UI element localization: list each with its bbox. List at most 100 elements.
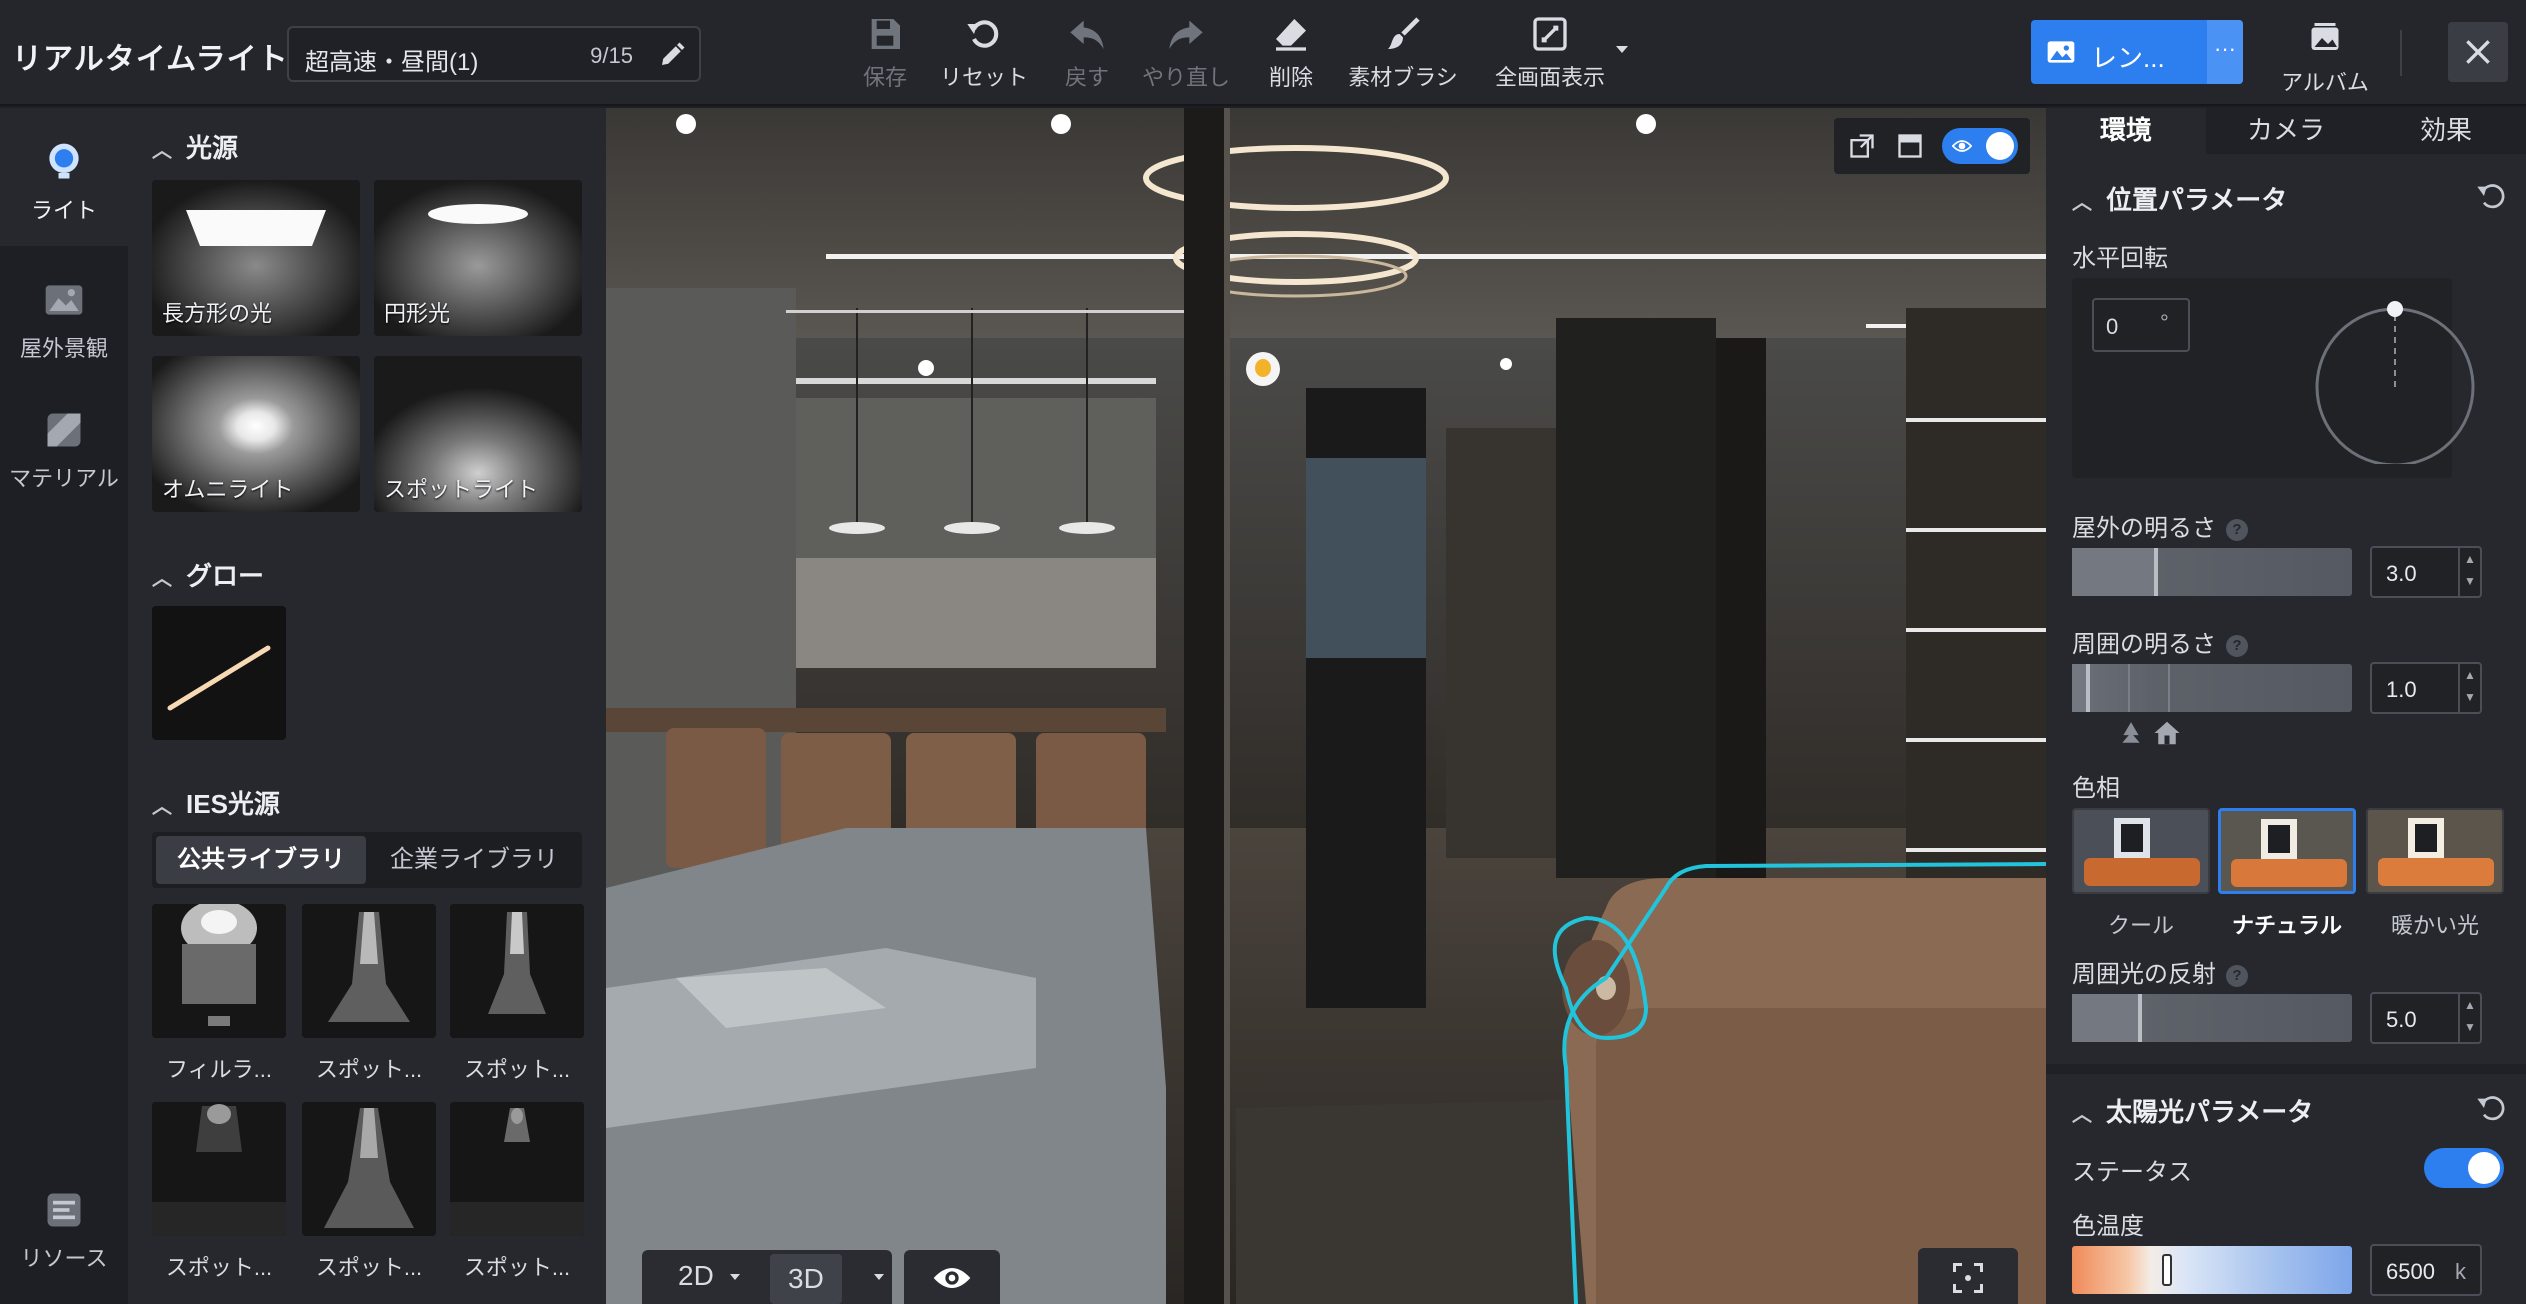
save-icon <box>871 19 900 49</box>
tab-environment[interactable]: 環境 <box>2046 108 2206 154</box>
ies-item[interactable] <box>302 904 436 1038</box>
tab-effects[interactable]: 効果 <box>2366 108 2526 154</box>
eraser-icon <box>1276 19 1306 51</box>
landscape-icon <box>45 285 83 315</box>
ies-item[interactable] <box>152 904 286 1038</box>
undo-button[interactable]: 戻す <box>1062 14 1112 94</box>
close-button[interactable] <box>2448 22 2508 82</box>
ies-item-label: スポット... <box>315 1255 423 1280</box>
help-icon[interactable]: ? <box>2226 519 2248 541</box>
ambient-brightness-slider[interactable] <box>2072 664 2352 712</box>
ies-preview-icon <box>152 904 286 1038</box>
ies-preview-icon <box>450 904 584 1038</box>
ies-item-label: スポット... <box>315 1057 423 1082</box>
reset-icon[interactable] <box>2476 180 2508 212</box>
color-temp-slider[interactable] <box>2072 1246 2352 1294</box>
ies-library-tabs: 公共ライブラリ 企業ライブラリ <box>152 832 582 888</box>
fullscreen-icon <box>1533 17 1567 51</box>
resource-icon <box>47 1193 81 1227</box>
rotation-input[interactable]: 0 ° <box>2092 298 2190 352</box>
fullscreen-dropdown-icon[interactable] <box>1616 46 1628 53</box>
spinner-icon[interactable]: ▲ ▼ <box>2458 994 2480 1042</box>
mode-2d-button[interactable]: 2D <box>678 1260 714 1292</box>
outdoor-brightness-input[interactable]: 3.0 ▲ ▼ <box>2370 546 2482 598</box>
ambient-brightness-input[interactable]: 1.0 ▲ ▼ <box>2370 662 2482 714</box>
tab-camera[interactable]: カメラ <box>2206 108 2366 154</box>
tone-warm[interactable]: 暖かい光 <box>2366 808 2504 940</box>
ies-item[interactable] <box>152 1102 286 1236</box>
light-library-panel: ︿ 光源 長方形の光 円形光 オムニライト スポットライト ︿ グロー ︿ IES光源… <box>128 108 606 1304</box>
ies-preview-icon <box>302 904 436 1038</box>
focus-icon <box>1953 1263 1983 1293</box>
spinner-icon[interactable]: ▲ ▼ <box>2458 664 2480 712</box>
light-marker-icon[interactable] <box>1246 352 1280 386</box>
position-section-header[interactable]: ︿ 位置パラメータ <box>2072 180 2287 217</box>
save-button[interactable]: 保存 <box>860 14 910 94</box>
eye-button[interactable] <box>904 1250 1000 1304</box>
color-temp-input[interactable]: 6500 k <box>2370 1244 2482 1296</box>
rail-item-resource[interactable]: リソース <box>0 1188 128 1298</box>
ies-item-label: スポット... <box>165 1255 273 1280</box>
render-button[interactable]: レン... ··· <box>2031 20 2243 84</box>
properties-panel: 環境 カメラ 効果 ︿ 位置パラメータ 水平回転 0 ° 屋外の明るさ? 3.0 … <box>2046 108 2526 1304</box>
window-icon[interactable] <box>1896 132 1924 160</box>
slider-handle[interactable] <box>2162 1254 2172 1286</box>
help-icon[interactable]: ? <box>2226 635 2248 657</box>
image-icon <box>2047 41 2075 63</box>
ambient-reflection-input[interactable]: 5.0 ▲ ▼ <box>2370 992 2482 1044</box>
ies-item-label: フィルラ... <box>166 1057 272 1082</box>
scene-name: 超高速・昼間(1) <box>305 49 479 76</box>
redo-button[interactable]: やり直し <box>1140 14 1232 94</box>
ies-item[interactable] <box>302 1102 436 1236</box>
eye-icon <box>933 1268 971 1288</box>
tone-cool-thumb <box>2074 810 2208 892</box>
brush-icon <box>1388 17 1420 49</box>
tone-natural[interactable]: ナチュラル <box>2218 808 2356 940</box>
light-rect[interactable]: 長方形の光 <box>152 180 360 336</box>
visibility-toggle[interactable] <box>1942 128 2018 164</box>
spinner-icon[interactable]: ▲ ▼ <box>2458 548 2480 596</box>
sun-section-header[interactable]: ︿ 太陽光パラメータ <box>2072 1092 2313 1129</box>
reset-button[interactable]: リセット <box>938 14 1030 94</box>
section-ies-header[interactable]: ︿ IES光源 <box>152 784 280 821</box>
light-omni[interactable]: オムニライト <box>152 356 360 512</box>
top-bar: リアルタイムライト 超高速・昼間(1) 9/15 保存 リセット 戻す やり直し… <box>0 0 2526 106</box>
fullscreen-button[interactable]: 全画面表示 <box>1494 14 1606 94</box>
material-brush-button[interactable]: 素材ブラシ <box>1348 14 1458 94</box>
rail-item-outdoor[interactable]: 屋外景観 <box>0 278 128 388</box>
section-glow-header[interactable]: ︿ グロー <box>152 556 264 593</box>
rotation-dial[interactable] <box>2310 294 2480 464</box>
viewport-toolbar <box>1834 118 2030 174</box>
pencil-icon[interactable] <box>657 40 687 70</box>
ambient-reflection-slider[interactable] <box>2072 994 2352 1042</box>
rail-item-light[interactable]: ライト <box>0 108 128 246</box>
external-view-icon[interactable] <box>1848 132 1876 160</box>
focus-button[interactable] <box>1918 1248 2018 1304</box>
help-icon[interactable]: ? <box>2226 965 2248 987</box>
ies-item[interactable] <box>450 904 584 1038</box>
sun-status-toggle[interactable] <box>2424 1148 2504 1188</box>
reset-icon[interactable] <box>2476 1092 2508 1124</box>
ies-item[interactable] <box>450 1102 584 1236</box>
render-more-button[interactable]: ··· <box>2207 20 2243 84</box>
rotation-box: 0 ° <box>2072 278 2475 478</box>
tab-public-library[interactable]: 公共ライブラリ <box>156 836 366 884</box>
delete-button[interactable]: 削除 <box>1266 14 1316 94</box>
scene-render <box>606 108 2046 1304</box>
scene-selector[interactable]: 超高速・昼間(1) 9/15 <box>287 26 701 82</box>
light-spot[interactable]: スポットライト <box>374 356 582 512</box>
mode-3d-button[interactable]: 3D <box>770 1254 842 1304</box>
tab-company-library[interactable]: 企業ライブラリ <box>370 836 578 884</box>
undo-icon <box>1070 20 1104 49</box>
rail-item-material[interactable]: マテリアル <box>0 408 128 518</box>
ies-preview-icon <box>152 1102 286 1236</box>
glow-item[interactable] <box>152 606 286 740</box>
ambient-brightness-label: 周囲の明るさ? <box>2072 624 2248 659</box>
left-rail: ライト 屋外景観 マテリアル リソース <box>0 108 128 1304</box>
album-button[interactable]: アルバム <box>2280 20 2370 97</box>
light-circle[interactable]: 円形光 <box>374 180 582 336</box>
3d-viewport[interactable]: 2D 3D <box>606 108 2046 1304</box>
section-light-header[interactable]: ︿ 光源 <box>152 128 238 165</box>
outdoor-brightness-slider[interactable] <box>2072 548 2352 596</box>
tone-cool[interactable]: クール <box>2072 808 2210 940</box>
